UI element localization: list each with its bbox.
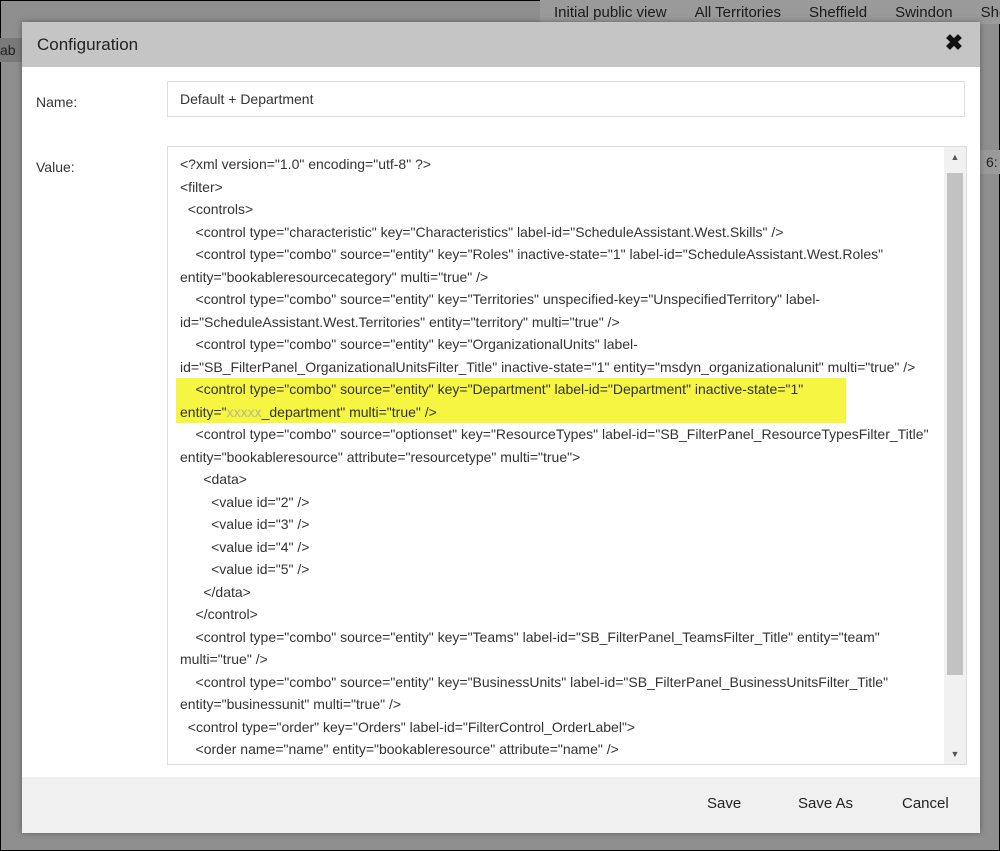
code-line: <control type="combo" source="entity" ke… — [180, 628, 880, 645]
code-line: <control type="combo" source="entity" ke… — [180, 673, 889, 690]
cancel-button[interactable]: Cancel — [902, 795, 949, 812]
code-line: <value id="2" /> — [180, 493, 310, 510]
value-label: Value: — [36, 159, 75, 175]
dialog-title: Configuration — [37, 35, 139, 54]
name-input[interactable] — [167, 81, 965, 117]
scroll-thumb[interactable] — [947, 173, 963, 675]
configuration-dialog: Configuration ✖ Name: Value: <?xml versi… — [22, 22, 980, 833]
code-line: </control> — [180, 606, 258, 622]
code-line: <control type="combo" source="entity" ke… — [180, 381, 804, 397]
code-line: <control type="combo" source="optionset"… — [180, 426, 929, 442]
code-line: <data> — [180, 471, 247, 487]
code-line: <value id="4" /> — [180, 538, 310, 555]
code-fragment: entity=" — [180, 403, 227, 420]
close-icon[interactable]: ✖ — [944, 32, 964, 54]
scroll-down-icon[interactable]: ▼ — [944, 744, 966, 764]
background-left-stub: ab — [0, 38, 22, 62]
dialog-footer: Save Save As Cancel — [22, 777, 980, 833]
save-button[interactable]: Save — [707, 795, 741, 812]
background-tab[interactable]: She — [967, 0, 1000, 22]
code-line: <control type="combo" source="entity" ke… — [180, 246, 884, 262]
code-line: <control type="combo" source="entity" ke… — [180, 336, 638, 352]
code-line: <controls> — [180, 201, 254, 217]
code-line: <value id="3" /> — [180, 516, 310, 532]
highlighted-department-control: <control type="combo" source="entity" ke… — [176, 378, 846, 423]
background-tab[interactable]: Sheffield — [795, 0, 881, 22]
code-line: <control type="combo" source="entity" ke… — [180, 291, 821, 307]
background-tab-bar: Initial public view All Territories Sheffi… — [540, 0, 1000, 24]
vertical-scrollbar[interactable]: ▲ ▼ — [944, 147, 966, 764]
code-line: entity="bookableresourcecategory" multi=… — [180, 268, 489, 285]
background-tab[interactable]: Initial public view — [540, 0, 681, 22]
code-line: multi="true" /> — [180, 651, 268, 667]
save-as-button[interactable]: Save As — [798, 795, 853, 812]
scroll-up-icon[interactable]: ▲ — [944, 147, 966, 167]
code-fragment: _department" multi="true" /> — [261, 403, 437, 420]
code-line: </data> — [180, 583, 251, 600]
code-line: id="SB_FilterPanel_OrganizationalUnitsFi… — [180, 358, 916, 375]
redacted-prefix: xxxxx — [226, 403, 262, 420]
code-line: entity="xxxxx_department" multi="true" /… — [180, 401, 846, 424]
code-line: <control type="order" key="Orders" label… — [180, 718, 636, 735]
code-line: <value id="5" /> — [180, 561, 310, 577]
value-textarea[interactable]: <?xml version="1.0" encoding="utf-8" ?> <… — [167, 146, 967, 765]
name-label: Name: — [36, 94, 78, 110]
code-line: <filter> — [180, 178, 223, 195]
background-tab[interactable]: All Territories — [681, 0, 795, 22]
code-line: entity="bookableresource" attribute="res… — [180, 448, 581, 465]
code-line: <order name="name" entity="bookableresou… — [180, 741, 619, 757]
code-line: <control type="characteristic" key="Char… — [180, 223, 784, 240]
code-line: id="ScheduleAssistant.West.Territories" … — [180, 313, 620, 330]
xml-code-area[interactable]: <?xml version="1.0" encoding="utf-8" ?> <… — [168, 147, 943, 764]
background-right-stub: 6: — [980, 150, 1000, 174]
code-line: entity="businessunit" multi="true" /> — [180, 696, 402, 712]
background-tab[interactable]: Swindon — [881, 0, 967, 22]
dialog-header: Configuration ✖ — [22, 22, 980, 67]
code-line: <?xml version="1.0" encoding="utf-8" ?> — [180, 156, 432, 172]
